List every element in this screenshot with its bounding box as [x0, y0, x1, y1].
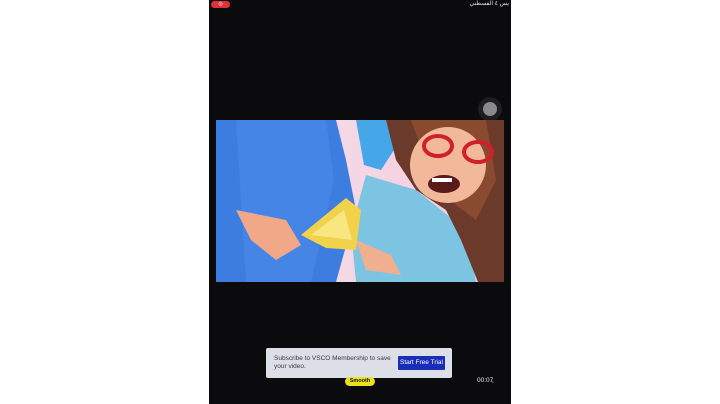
timestamp: 00:07: [477, 377, 494, 384]
start-free-trial-button[interactable]: Start Free Trial: [398, 356, 445, 370]
record-button[interactable]: [478, 97, 502, 121]
membership-banner: Subscribe to VSCO Membership to save you…: [266, 348, 452, 378]
video-frame-icon: [216, 120, 504, 282]
phone-screen: ◎ يس ٤ الفسطني Subscribe to VSCO Members…: [209, 0, 511, 404]
video-preview[interactable]: [216, 120, 504, 282]
record-dot-icon: [483, 102, 497, 116]
status-text: يس ٤ الفسطني: [469, 1, 509, 7]
mini-label: ء: [492, 379, 494, 384]
smooth-button[interactable]: Smooth: [345, 377, 375, 386]
banner-message: Subscribe to VSCO Membership to save you…: [274, 355, 391, 370]
recording-indicator: ◎: [211, 1, 230, 8]
